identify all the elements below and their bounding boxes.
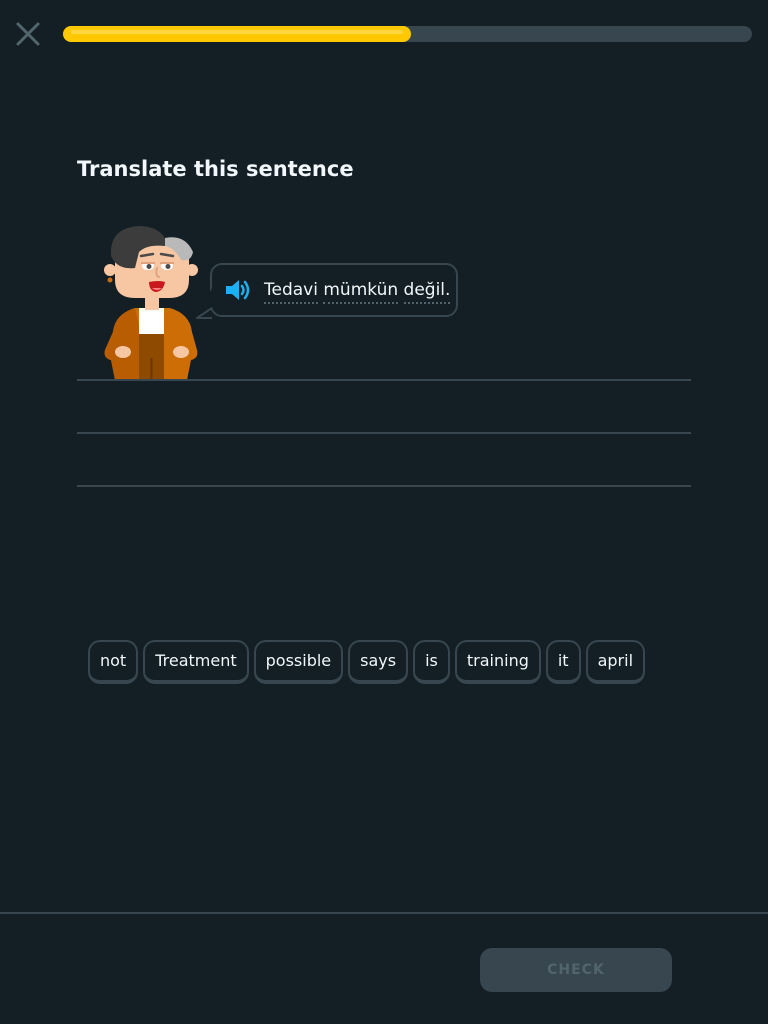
exercise-title: Translate this sentence xyxy=(77,157,354,181)
speech-bubble-tail xyxy=(196,288,213,319)
answer-line xyxy=(77,485,691,487)
close-icon xyxy=(16,22,40,46)
word-tile[interactable]: it xyxy=(545,640,581,684)
character-illustration xyxy=(104,226,198,380)
audio-play-button[interactable] xyxy=(224,278,254,302)
word-tile[interactable]: possible xyxy=(253,640,344,684)
answer-line xyxy=(77,379,691,381)
word-tile[interactable]: not xyxy=(88,640,139,684)
word-tile[interactable]: april xyxy=(585,640,646,684)
prompt-sentence: Tedavi mümkün değil. xyxy=(264,280,451,304)
word-tile[interactable]: training xyxy=(454,640,541,684)
speaker-icon xyxy=(226,280,250,300)
prompt-word[interactable]: değil. xyxy=(403,280,451,304)
word-tile[interactable]: Treatment xyxy=(143,640,249,684)
word-tile[interactable]: is xyxy=(413,640,450,684)
check-button[interactable]: CHECK xyxy=(480,948,672,992)
prompt-word[interactable]: Tedavi xyxy=(264,280,318,304)
footer-divider xyxy=(0,912,768,914)
word-bank: not Treatment possible says is training … xyxy=(88,640,646,684)
close-button[interactable] xyxy=(12,18,44,50)
answer-line xyxy=(77,432,691,434)
progress-fill xyxy=(63,26,411,42)
progress-bar xyxy=(63,26,752,42)
word-tile[interactable]: says xyxy=(348,640,409,684)
prompt-word[interactable]: mümkün xyxy=(323,280,399,304)
